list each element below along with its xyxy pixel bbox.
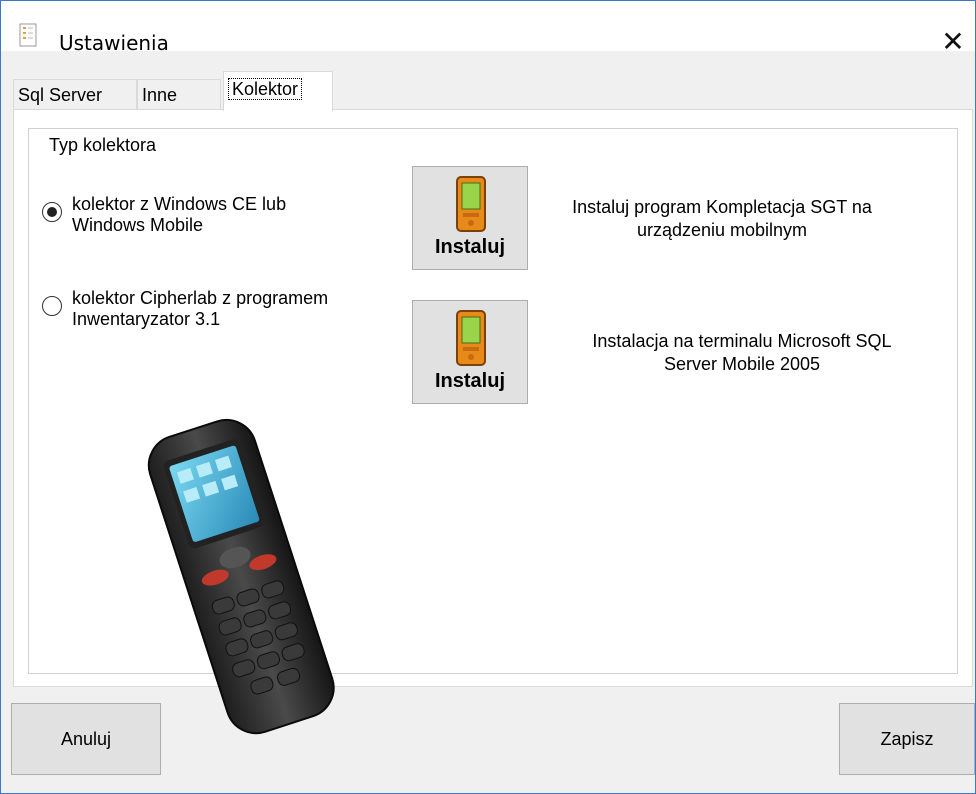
tab-panel-kolektor: Typ kolektora kolektor z Windows CE lub …: [13, 109, 973, 735]
window-title: Ustawienia: [59, 31, 169, 55]
pda-icon: [456, 310, 486, 366]
close-button[interactable]: ✕: [931, 21, 975, 61]
tab-inne[interactable]: Inne: [137, 79, 221, 109]
settings-dialog: Ustawienia ✕ Sql Server Inne Kolektor Ty…: [0, 0, 976, 794]
radio-cipherlab[interactable]: kolektor Cipherlab z programem Inwentary…: [42, 288, 328, 330]
group-legend: Typ kolektora: [45, 135, 161, 156]
tab-sql-server[interactable]: Sql Server: [13, 79, 137, 109]
save-button[interactable]: Zapisz: [839, 703, 975, 775]
radio-windows-ce[interactable]: kolektor z Windows CE lub Windows Mobile: [42, 194, 286, 236]
install-kompletacja-description: Instaluj program Kompletacja SGT na urzą…: [572, 197, 872, 240]
button-label: Anuluj: [60, 728, 112, 749]
title-bar: Ustawienia ✕: [1, 1, 975, 58]
tab-label: Inne: [142, 85, 178, 105]
button-label: Instaluj: [434, 370, 505, 392]
radio-label: kolektor z Windows CE lub Windows Mobile: [72, 194, 287, 235]
install-kompletacja-button[interactable]: Instaluj: [412, 166, 528, 270]
handheld-scanner-image: [147, 418, 335, 735]
radio-button[interactable]: [42, 296, 62, 316]
tab-label: Kolektor: [228, 78, 303, 100]
pda-icon: [456, 176, 486, 232]
install-sql-mobile-button[interactable]: Instaluj: [412, 300, 528, 404]
button-label: Instaluj: [434, 236, 505, 258]
app-icon: [19, 23, 37, 47]
tab-label: Sql Server: [18, 85, 103, 105]
close-icon: ✕: [941, 24, 965, 58]
cancel-button[interactable]: Anuluj: [11, 703, 161, 775]
radio-label: kolektor Cipherlab z programem Inwentary…: [72, 288, 329, 329]
button-label: Zapisz: [880, 728, 934, 749]
install-sql-mobile-description: Instalacja na terminalu Microsoft SQL Se…: [592, 331, 892, 374]
radio-button[interactable]: [42, 202, 62, 222]
tab-kolektor[interactable]: Kolektor: [223, 71, 333, 111]
